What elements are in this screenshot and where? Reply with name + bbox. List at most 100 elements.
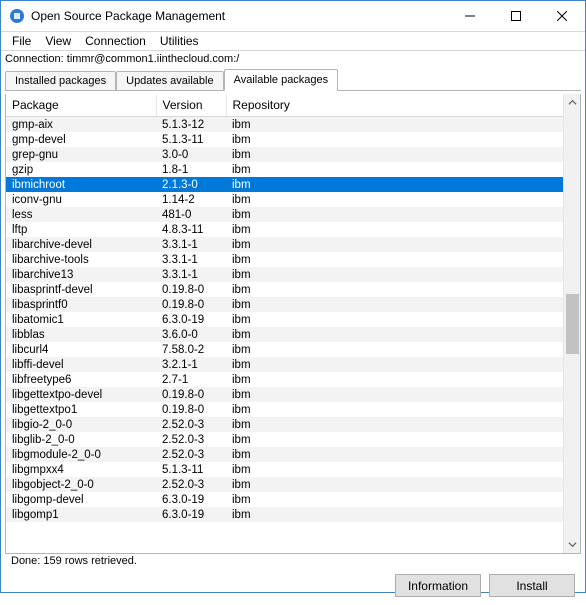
cell-version: 2.52.0-3 [156, 477, 226, 492]
table-row[interactable]: lftp4.8.3-11ibm [6, 222, 563, 237]
cell-package: libarchive-devel [6, 237, 156, 252]
table-row[interactable]: libfreetype62.7-1ibm [6, 372, 563, 387]
cell-repository: ibm [226, 237, 563, 252]
table-row[interactable]: libasprintf-devel0.19.8-0ibm [6, 282, 563, 297]
table-row[interactable]: libgmodule-2_0-02.52.0-3ibm [6, 447, 563, 462]
table-row[interactable]: libgmpxx45.1.3-11ibm [6, 462, 563, 477]
table-row[interactable]: iconv-gnu1.14-2ibm [6, 192, 563, 207]
cell-repository: ibm [226, 147, 563, 162]
cell-repository: ibm [226, 402, 563, 417]
cell-repository: ibm [226, 192, 563, 207]
table-row[interactable]: gmp-devel5.1.3-11ibm [6, 132, 563, 147]
minimize-button[interactable] [447, 1, 493, 31]
cell-repository: ibm [226, 267, 563, 282]
column-repository[interactable]: Repository [226, 94, 563, 117]
menu-file[interactable]: File [5, 33, 38, 49]
cell-repository: ibm [226, 477, 563, 492]
install-button[interactable]: Install [489, 574, 575, 597]
cell-package: libatomic1 [6, 312, 156, 327]
table-row[interactable]: libarchive-devel3.3.1-1ibm [6, 237, 563, 252]
table-row[interactable]: libgobject-2_0-02.52.0-3ibm [6, 477, 563, 492]
package-table-container: Package Version Repository gmp-aix5.1.3-… [5, 94, 581, 554]
button-bar: Information Install [1, 568, 585, 605]
vertical-scrollbar[interactable] [563, 94, 580, 553]
cell-repository: ibm [226, 447, 563, 462]
column-version[interactable]: Version [156, 94, 226, 117]
tab-updates-available[interactable]: Updates available [116, 71, 223, 91]
menu-view[interactable]: View [38, 33, 78, 49]
tab-installed-packages[interactable]: Installed packages [5, 71, 116, 91]
menu-connection[interactable]: Connection [78, 33, 153, 49]
scroll-up-icon[interactable] [564, 94, 581, 111]
table-row[interactable]: libatomic16.3.0-19ibm [6, 312, 563, 327]
table-row[interactable]: libblas3.6.0-0ibm [6, 327, 563, 342]
cell-package: libgmpxx4 [6, 462, 156, 477]
table-row[interactable]: libarchive-tools3.3.1-1ibm [6, 252, 563, 267]
cell-version: 6.3.0-19 [156, 312, 226, 327]
table-row[interactable]: libarchive133.3.1-1ibm [6, 267, 563, 282]
table-row[interactable]: libgettextpo10.19.8-0ibm [6, 402, 563, 417]
cell-version: 3.3.1-1 [156, 237, 226, 252]
cell-package: libgomp1 [6, 507, 156, 522]
table-row[interactable]: grep-gnu3.0-0ibm [6, 147, 563, 162]
cell-version: 0.19.8-0 [156, 297, 226, 312]
cell-repository: ibm [226, 357, 563, 372]
cell-package: gmp-devel [6, 132, 156, 147]
close-button[interactable] [539, 1, 585, 31]
menu-utilities[interactable]: Utilities [153, 33, 206, 49]
table-row[interactable]: gzip1.8-1ibm [6, 162, 563, 177]
cell-version: 481-0 [156, 207, 226, 222]
cell-repository: ibm [226, 132, 563, 147]
cell-version: 2.52.0-3 [156, 447, 226, 462]
connection-label: Connection: timmr@common1.iinthecloud.co… [1, 51, 585, 67]
cell-version: 6.3.0-19 [156, 507, 226, 522]
table-row[interactable]: libasprintf00.19.8-0ibm [6, 297, 563, 312]
table-row[interactable]: libgomp-devel6.3.0-19ibm [6, 492, 563, 507]
cell-package: libgobject-2_0-0 [6, 477, 156, 492]
cell-repository: ibm [226, 507, 563, 522]
cell-version: 5.1.3-11 [156, 462, 226, 477]
cell-package: libgio-2_0-0 [6, 417, 156, 432]
package-table[interactable]: Package Version Repository gmp-aix5.1.3-… [6, 94, 563, 522]
cell-version: 0.19.8-0 [156, 387, 226, 402]
cell-repository: ibm [226, 282, 563, 297]
cell-repository: ibm [226, 432, 563, 447]
table-row[interactable]: libcurl47.58.0-2ibm [6, 342, 563, 357]
tab-bar: Installed packages Updates available Ava… [1, 69, 585, 91]
cell-version: 3.0-0 [156, 147, 226, 162]
table-row[interactable]: libgettextpo-devel0.19.8-0ibm [6, 387, 563, 402]
cell-package: libgmodule-2_0-0 [6, 447, 156, 462]
cell-repository: ibm [226, 387, 563, 402]
cell-repository: ibm [226, 162, 563, 177]
cell-package: gzip [6, 162, 156, 177]
tab-available-packages[interactable]: Available packages [224, 69, 339, 91]
table-row[interactable]: libgio-2_0-02.52.0-3ibm [6, 417, 563, 432]
cell-package: libarchive13 [6, 267, 156, 282]
table-row[interactable]: libglib-2_0-02.52.0-3ibm [6, 432, 563, 447]
cell-repository: ibm [226, 207, 563, 222]
information-button[interactable]: Information [395, 574, 481, 597]
table-row[interactable]: libffi-devel3.2.1-1ibm [6, 357, 563, 372]
table-row[interactable]: less481-0ibm [6, 207, 563, 222]
table-row[interactable]: libgomp16.3.0-19ibm [6, 507, 563, 522]
scroll-thumb[interactable] [566, 294, 579, 354]
column-package[interactable]: Package [6, 94, 156, 117]
cell-repository: ibm [226, 117, 563, 133]
cell-version: 5.1.3-12 [156, 117, 226, 133]
cell-repository: ibm [226, 312, 563, 327]
app-icon [9, 8, 25, 24]
cell-version: 1.8-1 [156, 162, 226, 177]
cell-repository: ibm [226, 342, 563, 357]
cell-package: libcurl4 [6, 342, 156, 357]
cell-version: 7.58.0-2 [156, 342, 226, 357]
table-row[interactable]: ibmichroot2.1.3-0ibm [6, 177, 563, 192]
cell-repository: ibm [226, 252, 563, 267]
cell-package: libasprintf-devel [6, 282, 156, 297]
cell-package: gmp-aix [6, 117, 156, 133]
cell-repository: ibm [226, 417, 563, 432]
cell-version: 2.1.3-0 [156, 177, 226, 192]
scroll-down-icon[interactable] [564, 536, 581, 553]
maximize-button[interactable] [493, 1, 539, 31]
table-row[interactable]: gmp-aix5.1.3-12ibm [6, 117, 563, 133]
cell-version: 3.3.1-1 [156, 267, 226, 282]
